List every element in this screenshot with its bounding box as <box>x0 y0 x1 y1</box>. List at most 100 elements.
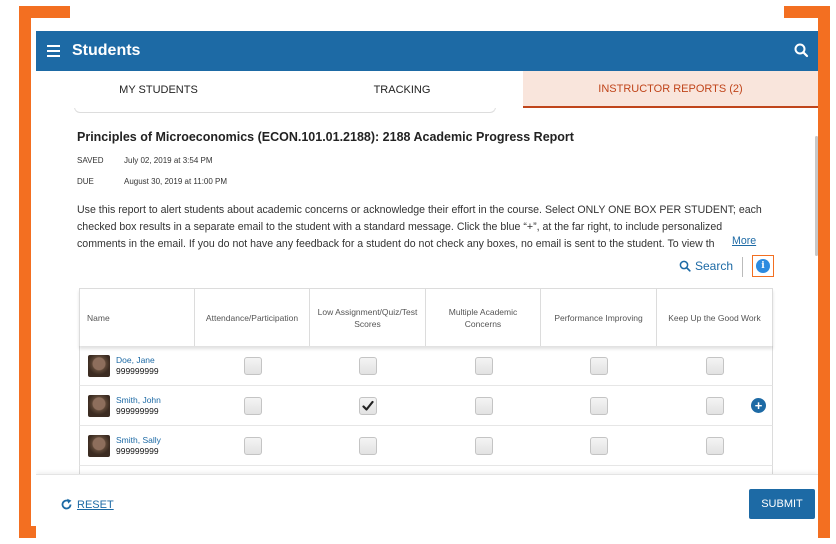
checkbox-cell <box>426 386 541 425</box>
table-row: Fitzhugh, Alyssa999999999 <box>79 466 773 474</box>
table-search-button[interactable]: Search <box>679 259 733 273</box>
checkbox-cell <box>310 426 426 465</box>
menu-icon[interactable] <box>38 31 68 71</box>
tab-bar: MY STUDENTS TRACKING INSTRUCTOR REPORTS … <box>36 71 818 108</box>
checkbox-cell <box>195 346 310 385</box>
column-header-performance-improving: Performance Improving <box>541 289 657 346</box>
feedback-checkbox[interactable] <box>243 436 262 455</box>
checkbox-cell <box>310 386 426 425</box>
student-info: Doe, Jane 999999999 <box>116 355 159 377</box>
table-row: Doe, Jane 999999999 <box>79 346 773 386</box>
app-header: Students <box>36 31 818 71</box>
checkbox-cell <box>426 346 541 385</box>
screenshot-stage: Students MY STUDENTS TRACKING INSTRUCTOR… <box>0 0 836 544</box>
column-header-attendance: Attendance/Participation <box>195 289 310 346</box>
search-icon <box>679 260 691 272</box>
student-table: Name Attendance/Participation Low Assign… <box>79 288 773 474</box>
checkbox-cell <box>195 466 310 474</box>
reset-label: RESET <box>77 498 114 511</box>
checkbox-cell <box>195 386 310 425</box>
column-header-keep-up: Keep Up the Good Work <box>668 312 761 323</box>
tab-tracking[interactable]: TRACKING <box>281 71 523 108</box>
student-cell: Smith, John 999999999 <box>80 386 195 425</box>
search-icon[interactable] <box>792 41 812 61</box>
search-label: Search <box>695 259 734 273</box>
saved-value: July 02, 2019 at 3:54 PM <box>124 156 213 165</box>
checkbox-cell <box>310 466 426 474</box>
report-description: Use this report to alert students about … <box>77 202 767 253</box>
column-header-multiple-concerns: Multiple Academic Concerns <box>426 289 541 346</box>
student-info: Smith, John 999999999 <box>116 395 161 417</box>
table-body: Doe, Jane 999999999 Smith, John 999999999 + S… <box>79 346 773 474</box>
feedback-checkbox[interactable] <box>474 396 493 415</box>
report-title: Principles of Microeconomics (ECON.101.0… <box>77 130 574 144</box>
more-link[interactable]: More <box>730 235 757 247</box>
feedback-checkbox[interactable] <box>474 436 493 455</box>
checkbox-cell <box>541 426 657 465</box>
saved-row: SAVED July 02, 2019 at 3:54 PM <box>77 156 213 165</box>
feedback-checkbox[interactable] <box>243 356 262 375</box>
tab-my-students[interactable]: MY STUDENTS <box>36 71 281 108</box>
refresh-icon <box>61 498 72 510</box>
column-header-name: Name <box>80 289 195 346</box>
student-id: 999999999 <box>116 445 159 456</box>
feedback-checkbox[interactable] <box>359 396 377 415</box>
student-name-link[interactable]: Smith, John <box>116 395 161 406</box>
avatar <box>88 434 110 457</box>
description-line: comments in the email. If you do not hav… <box>77 238 715 250</box>
submit-button[interactable]: SUBMIT <box>749 489 815 519</box>
checkbox-cell <box>426 426 541 465</box>
app-window: Students MY STUDENTS TRACKING INSTRUCTOR… <box>36 31 818 539</box>
checkbox-cell <box>657 426 772 465</box>
avatar <box>88 394 110 417</box>
checkbox-cell <box>426 466 541 474</box>
add-comment-plus-icon[interactable]: + <box>751 398 766 413</box>
student-info: Smith, Sally 999999999 <box>116 435 161 457</box>
saved-label: SAVED <box>77 156 104 165</box>
frame-left-bar <box>19 6 31 538</box>
info-icon: i <box>756 259 770 273</box>
student-cell: Doe, Jane 999999999 <box>80 346 195 385</box>
feedback-checkbox[interactable] <box>359 436 377 455</box>
feedback-checkbox[interactable] <box>359 356 377 375</box>
due-row: DUE August 30, 2019 at 11:00 PM <box>77 177 227 186</box>
reset-button[interactable]: RESET <box>60 498 114 511</box>
checkbox-cell <box>310 346 426 385</box>
report-content: Principles of Microeconomics (ECON.101.0… <box>36 108 818 474</box>
scrollbar-thumb[interactable] <box>815 136 818 256</box>
feedback-checkbox[interactable] <box>705 396 724 415</box>
feedback-checkbox[interactable] <box>590 436 608 455</box>
description-line: checked box results in a separate email … <box>77 221 723 233</box>
feedback-checkbox[interactable] <box>590 356 608 375</box>
table-row: Smith, Sally 999999999 <box>79 426 773 466</box>
feedback-checkbox[interactable] <box>243 396 262 415</box>
checkbox-cell <box>541 466 657 474</box>
student-cell: Smith, Sally 999999999 <box>80 426 195 465</box>
student-name-link[interactable]: Doe, Jane <box>116 355 159 366</box>
column-header-low-scores: Low Assignment/Quiz/Test Scores <box>310 289 426 346</box>
checkbox-cell <box>657 346 772 385</box>
student-id: 999999999 <box>116 365 159 376</box>
scrollbar[interactable] <box>813 108 818 474</box>
student-id: 999999999 <box>116 405 159 416</box>
checkbox-cell <box>541 386 657 425</box>
toolbar-divider <box>742 257 743 277</box>
checkbox-cell <box>195 426 310 465</box>
frame-right-bar <box>818 6 830 538</box>
student-name-link[interactable]: Smith, Sally <box>116 435 161 446</box>
student-cell: Fitzhugh, Alyssa999999999 <box>80 466 195 474</box>
info-button[interactable]: i <box>752 255 774 277</box>
due-value: August 30, 2019 at 11:00 PM <box>124 177 228 186</box>
feedback-checkbox[interactable] <box>474 356 493 375</box>
feedback-checkbox[interactable] <box>705 356 724 375</box>
feedback-checkbox[interactable] <box>590 396 608 415</box>
previous-card-edge <box>74 108 496 113</box>
feedback-checkbox[interactable] <box>705 436 724 455</box>
checkmark-icon <box>362 400 374 411</box>
table-header: Name Attendance/Participation Low Assign… <box>79 288 773 346</box>
tab-instructor-reports[interactable]: INSTRUCTOR REPORTS (2) <box>523 71 818 108</box>
description-line: Use this report to alert students about … <box>77 204 762 216</box>
checkbox-cell <box>541 346 657 385</box>
avatar <box>88 354 110 377</box>
checkbox-cell <box>657 466 772 474</box>
